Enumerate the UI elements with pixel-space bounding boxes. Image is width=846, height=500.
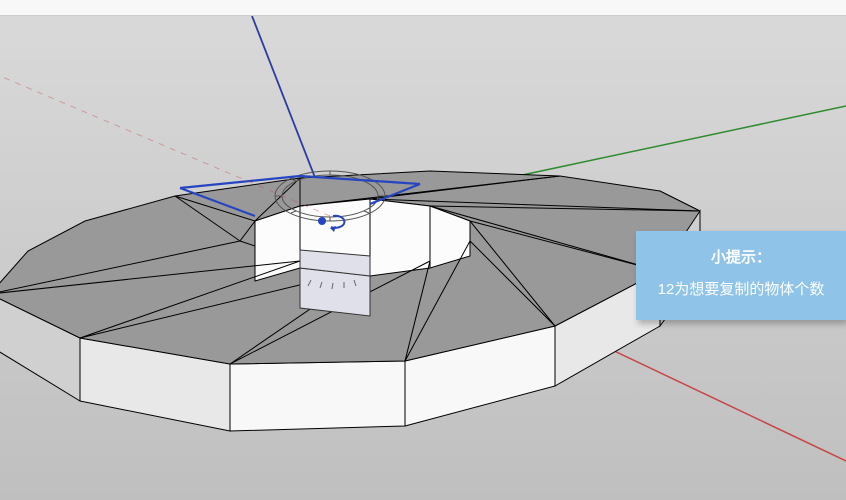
rotate-center-grip[interactable] — [318, 217, 326, 225]
hint-tooltip: 小提示： 12为想要复制的物体个数 — [636, 231, 846, 320]
tooltip-title: 小提示： — [648, 245, 834, 271]
window-toolbar — [0, 0, 846, 16]
wall-s[interactable] — [230, 361, 405, 431]
inner-wall-3[interactable] — [370, 199, 430, 276]
tooltip-body: 12为想要复制的物体个数 — [648, 277, 834, 303]
3d-viewport[interactable]: 小提示： 12为想要复制的物体个数 — [0, 16, 846, 500]
